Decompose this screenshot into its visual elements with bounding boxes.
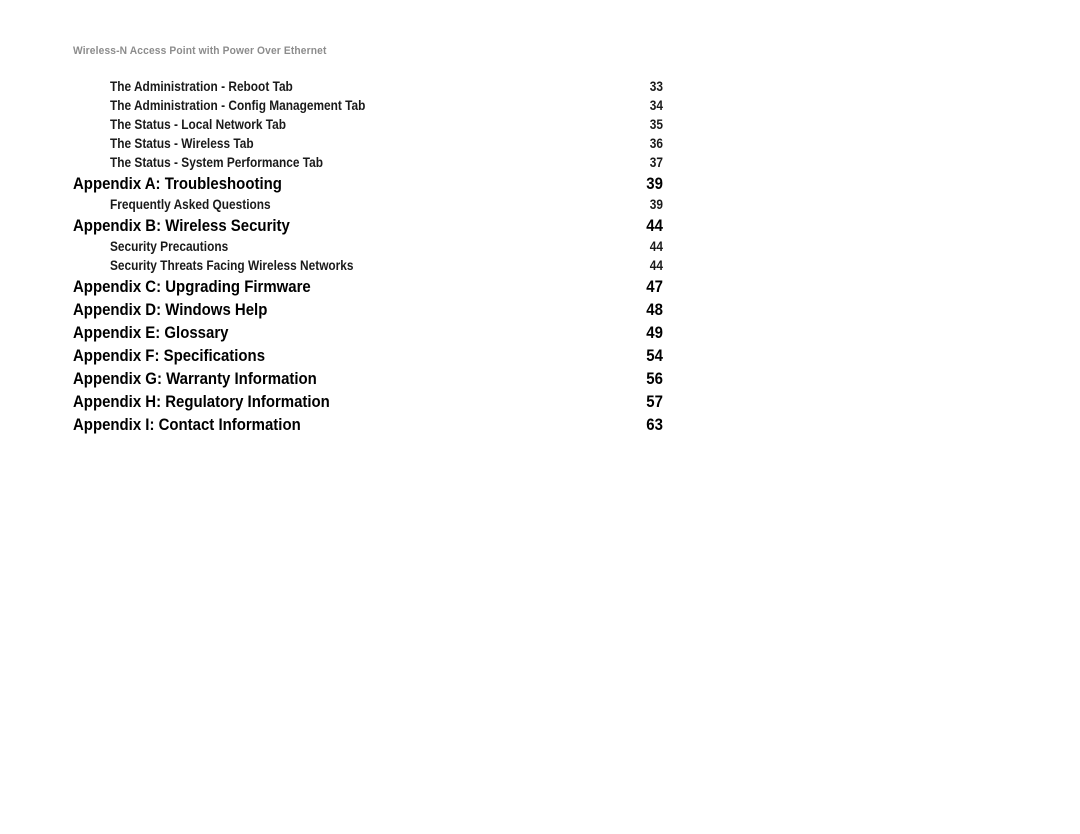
toc-entry-page-number: 63: [646, 415, 663, 434]
toc-entry-title: The Status - System Performance Tab: [110, 155, 324, 170]
toc-entry[interactable]: Appendix E: Glossary 49: [73, 321, 663, 344]
running-header: Wireless-N Access Point with Power Over …: [73, 45, 327, 57]
toc-entry-title: Frequently Asked Questions: [110, 197, 271, 212]
toc-entry-page-number: 36: [649, 136, 663, 151]
toc-entry-title: Security Threats Facing Wireless Network…: [110, 258, 354, 273]
toc-entry[interactable]: Appendix G: Warranty Information 56: [73, 367, 663, 390]
toc-entry[interactable]: The Status - Local Network Tab 35: [73, 115, 663, 134]
toc-entry[interactable]: Appendix B: Wireless Security 44: [73, 214, 663, 237]
toc-entry-page-number: 57: [646, 392, 663, 411]
toc-entry-title: Appendix E: Glossary: [73, 323, 229, 342]
toc-entry[interactable]: Appendix I: Contact Information 63: [73, 413, 663, 436]
toc-entry-title: Appendix A: Troubleshooting: [73, 174, 282, 193]
toc-entry-page-number: 34: [649, 98, 663, 113]
toc-entry-title: Appendix C: Upgrading Firmware: [73, 277, 311, 296]
toc-entry-title: Appendix D: Windows Help: [73, 300, 268, 319]
toc-entry-page-number: 37: [649, 155, 663, 170]
toc-entry[interactable]: Frequently Asked Questions 39: [73, 195, 663, 214]
toc-entry-page-number: 33: [649, 79, 663, 94]
toc-entry-title: The Status - Wireless Tab: [110, 136, 254, 151]
toc-entry-title: Appendix B: Wireless Security: [73, 216, 290, 235]
toc-entry-title: Appendix G: Warranty Information: [73, 369, 317, 388]
table-of-contents: The Administration - Reboot Tab 33 The Adm…: [73, 77, 663, 436]
toc-entry-page-number: 35: [649, 117, 663, 132]
toc-entry-page-number: 39: [649, 197, 663, 212]
toc-entry-page-number: 48: [646, 300, 663, 319]
toc-entry[interactable]: Security Precautions 44: [73, 237, 663, 256]
toc-entry-page-number: 44: [649, 258, 663, 273]
toc-entry[interactable]: Appendix D: Windows Help 48: [73, 298, 663, 321]
toc-entry-title: The Status - Local Network Tab: [110, 117, 287, 132]
toc-entry-page-number: 44: [649, 239, 663, 254]
toc-entry[interactable]: The Status - Wireless Tab 36: [73, 134, 663, 153]
toc-entry[interactable]: The Administration - Reboot Tab 33: [73, 77, 663, 96]
toc-entry-page-number: 39: [646, 174, 663, 193]
toc-entry-page-number: 49: [646, 323, 663, 342]
toc-entry-title: The Administration - Config Management T…: [110, 98, 366, 113]
toc-entry[interactable]: Security Threats Facing Wireless Network…: [73, 256, 663, 275]
toc-entry-title: Security Precautions: [110, 239, 229, 254]
toc-entry-page-number: 56: [646, 369, 663, 388]
toc-entry-title: Appendix H: Regulatory Information: [73, 392, 330, 411]
toc-entry-title: Appendix F: Specifications: [73, 346, 266, 365]
toc-entry[interactable]: Appendix F: Specifications 54: [73, 344, 663, 367]
toc-entry[interactable]: The Status - System Performance Tab 37: [73, 153, 663, 172]
toc-entry[interactable]: Appendix C: Upgrading Firmware 47: [73, 275, 663, 298]
toc-entry-page-number: 44: [646, 216, 663, 235]
toc-entry[interactable]: The Administration - Config Management T…: [73, 96, 663, 115]
toc-entry-page-number: 54: [646, 346, 663, 365]
toc-entry-title: Appendix I: Contact Information: [73, 415, 301, 434]
toc-entry[interactable]: Appendix A: Troubleshooting 39: [73, 172, 663, 195]
toc-entry-title: The Administration - Reboot Tab: [110, 79, 293, 94]
toc-entry[interactable]: Appendix H: Regulatory Information 57: [73, 390, 663, 413]
toc-entry-page-number: 47: [646, 277, 663, 296]
